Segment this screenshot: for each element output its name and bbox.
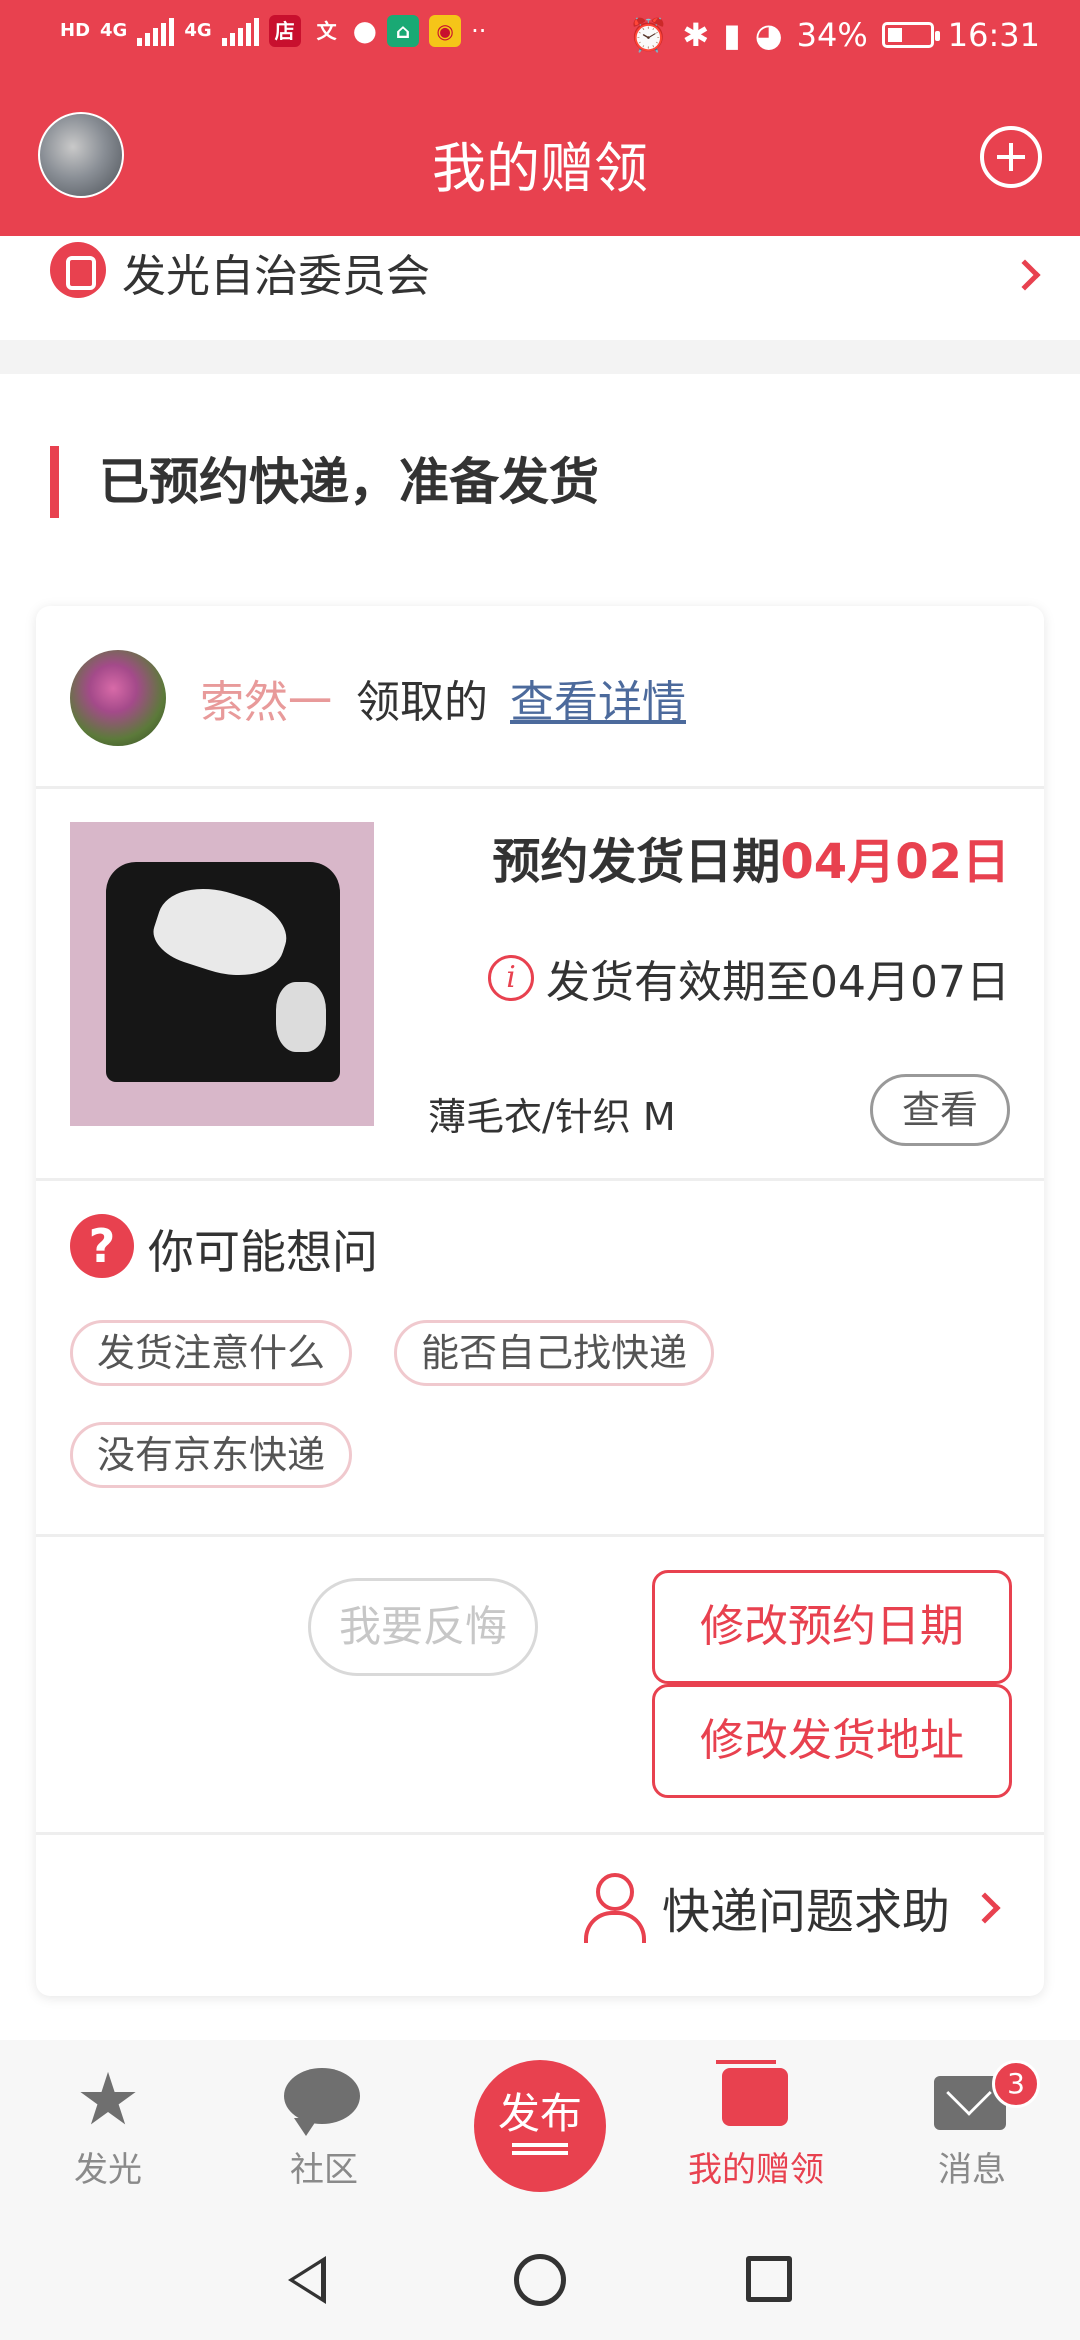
committee-label: 发光自治委员会 [122, 251, 430, 302]
validity-line: i 发货有效期至04月07日 [488, 946, 1010, 1010]
signal-icon-1 [137, 16, 175, 46]
alarm-icon: ⏰ [628, 16, 669, 54]
claimer-avatar[interactable] [70, 650, 166, 746]
publish-label: 发布 [497, 2089, 582, 2138]
view-button[interactable]: 查看 [870, 1074, 1010, 1146]
signal-icon-2 [221, 16, 259, 46]
hd-indicator: HD [60, 19, 91, 41]
page-title: 我的赠领 [432, 137, 648, 200]
back-icon[interactable] [288, 2256, 326, 2304]
chevron-right-icon [1009, 259, 1041, 291]
faq-chip[interactable]: 没有京东快递 [70, 1422, 353, 1488]
courier-help-row[interactable]: 快递问题求助 [582, 1872, 1010, 1943]
system-nav-bar [0, 2216, 1080, 2340]
committee-row[interactable]: 发光自治委员会 [0, 236, 1080, 340]
tab-messages[interactable]: 3 消息 [872, 2060, 1072, 2191]
tab-faguang[interactable]: ★ 发光 [8, 2063, 208, 2191]
change-date-button[interactable]: 修改预约日期 [652, 1570, 1012, 1684]
unread-badge: 3 [992, 2060, 1040, 2108]
network-4g-2: 4G [184, 19, 212, 41]
regret-button[interactable]: 我要反悔 [308, 1578, 538, 1676]
ship-date: 预约发货日期04月02日 [492, 822, 1010, 892]
person-icon [582, 1873, 646, 1943]
battery-icon [881, 22, 940, 48]
question-icon: ? [70, 1214, 134, 1278]
publish-button[interactable]: 发布 [474, 2060, 606, 2192]
clock-time: 16:31 [947, 16, 1040, 54]
chevron-right-icon [969, 1887, 1010, 1927]
status-bar: HD 4G 4G 店 文 ● ⌂ ◉ ·· ⏰ ✱ ▮ ◕ 34% 16:31 [0, 0, 1080, 72]
ship-date-label: 预约发货日期 [492, 834, 781, 890]
validity-text: 发货有效期至04月07日 [546, 957, 1010, 1008]
recent-apps-icon[interactable] [746, 2256, 792, 2302]
tab-label: 社区 [290, 2150, 358, 2190]
sweater-photo [106, 862, 340, 1082]
section-title: 已预约快递，准备发货 [50, 446, 599, 518]
divider [36, 1832, 1044, 1835]
home-icon[interactable] [514, 2254, 566, 2306]
claim-line: 索然一 领取的 查看详情 [200, 666, 686, 730]
weibo-icon: ◉ [429, 14, 462, 47]
shop-app-icon: 店 [268, 14, 301, 47]
ship-date-value: 04月02日 [780, 834, 1010, 890]
mi-app-icon: ⌂ [387, 14, 420, 47]
bluetooth-icon: ✱ [682, 16, 710, 54]
qq-icon: ● [352, 14, 378, 47]
speed-icon: ◕ [754, 16, 783, 54]
tab-label: 我的赠领 [688, 2150, 824, 2190]
faq-chip[interactable]: 能否自己找快递 [394, 1320, 715, 1386]
faq-title: 你可能想问 [148, 1225, 378, 1279]
translate-app-icon: 文 [316, 18, 337, 43]
product-image[interactable] [70, 822, 374, 1126]
network-4g-1: 4G [100, 19, 128, 41]
faq-chip[interactable]: 发货注意什么 [70, 1320, 353, 1386]
chat-bubble-icon [284, 2068, 360, 2136]
vibrate-icon: ▮ [723, 16, 741, 54]
claimer-name[interactable]: 索然一 [200, 677, 332, 728]
add-icon[interactable] [980, 126, 1042, 188]
more-notifications-icon: ·· [471, 16, 487, 45]
order-card: 索然一 领取的 查看详情 预约发货日期04月02日 i 发货有效期至04月07日… [36, 606, 1044, 1996]
courier-help-label: 快递问题求助 [661, 1884, 950, 1940]
tab-community[interactable]: 社区 [224, 2064, 424, 2191]
view-details-link[interactable]: 查看详情 [510, 677, 686, 728]
info-icon: i [488, 955, 535, 1001]
tab-label: 消息 [938, 2150, 1006, 2190]
change-address-button[interactable]: 修改发货地址 [652, 1684, 1012, 1798]
star-icon: ★ [75, 2057, 141, 2141]
gift-box-icon [716, 2060, 788, 2126]
tab-label: 发光 [74, 2150, 142, 2190]
claim-action-text: 领取的 [356, 677, 488, 728]
top-bar: HD 4G 4G 店 文 ● ⌂ ◉ ·· ⏰ ✱ ▮ ◕ 34% 16:31 … [0, 0, 1080, 236]
printer-icon [50, 242, 106, 298]
tab-my-gifts[interactable]: 我的赠领 [656, 2060, 856, 2191]
publish-icon [512, 2143, 568, 2155]
divider [36, 1178, 1044, 1181]
divider [36, 786, 1044, 789]
divider [36, 1534, 1044, 1537]
battery-percent: 34% [796, 16, 868, 54]
item-name: 薄毛衣/针织 M [428, 1095, 676, 1139]
